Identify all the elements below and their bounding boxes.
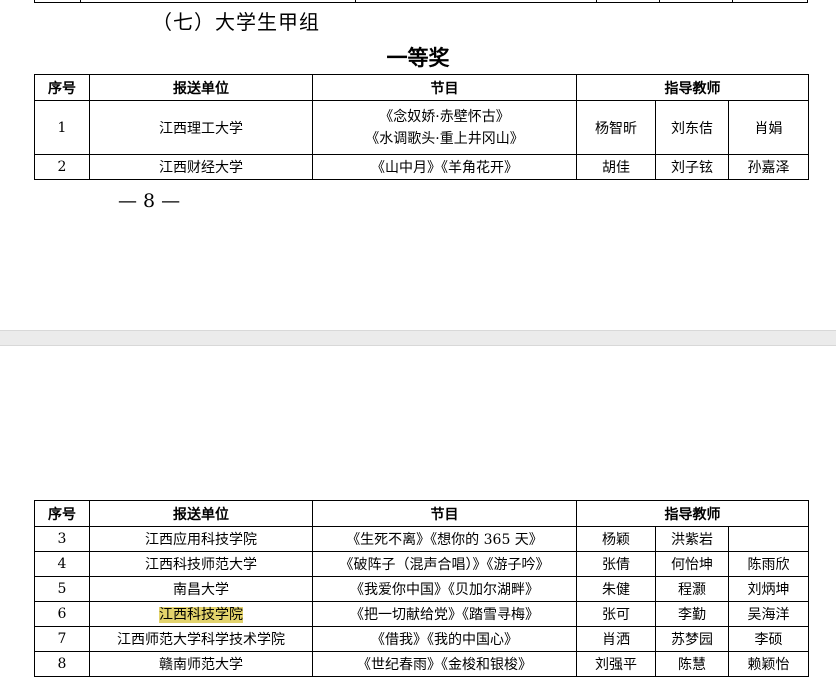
cell-seq: 6 xyxy=(34,601,90,627)
cell-teacher: 李勤 xyxy=(655,601,729,627)
cell-teacher: 陈慧 xyxy=(655,651,729,677)
cell-unit: 江西科技学院 xyxy=(89,601,313,627)
cell-program: 《世纪春雨》《金梭和银梭》 xyxy=(312,651,577,677)
table-header-row: 序号 报送单位 节目 指导教师 xyxy=(34,74,809,101)
previous-table-bottom xyxy=(34,0,808,3)
cell-teacher: 杨智昕 xyxy=(576,100,656,155)
page-number: — 8 — xyxy=(118,190,181,212)
table-row: 3 江西应用科技学院 《生死不离》《想你的 365 天》 杨颖 洪紫岩 xyxy=(34,526,809,552)
cell-seq: 7 xyxy=(34,626,90,652)
table-row: 4 江西科技师范大学 《破阵子（混声合唱）》《游子吟》 张倩 何怡坤 陈雨欣 xyxy=(34,551,809,577)
table-row: 5 南昌大学 《我爱你中国》《贝加尔湖畔》 朱健 程灏 刘炳坤 xyxy=(34,576,809,602)
cell-teacher: 朱健 xyxy=(576,576,656,602)
cell-teacher: 赖颖怡 xyxy=(728,651,809,677)
table-row: 6 江西科技学院 《把一切献给党》《踏雪寻梅》 张可 李勤 吴海洋 xyxy=(34,601,809,627)
cell-teacher: 刘子铉 xyxy=(655,154,729,180)
cell-seq: 2 xyxy=(34,154,90,180)
cell-program: 《生死不离》《想你的 365 天》 xyxy=(312,526,577,552)
highlighted-text: 江西科技学院 xyxy=(159,607,243,623)
prize-title: 一等奖 xyxy=(386,46,450,70)
cell-teacher: 刘强平 xyxy=(576,651,656,677)
cell-seq: 1 xyxy=(34,100,90,155)
cell-teacher: 刘东佶 xyxy=(655,100,729,155)
cell-seq: 8 xyxy=(34,651,90,677)
section-title: （七）大学生甲组 xyxy=(152,10,320,34)
cell-unit: 江西财经大学 xyxy=(89,154,313,180)
cell-unit: 南昌大学 xyxy=(89,576,313,602)
header-seq: 序号 xyxy=(34,74,90,101)
cell-unit: 赣南师范大学 xyxy=(89,651,313,677)
document-page-top: （七）大学生甲组 一等奖 序号 报送单位 节目 指导教师 1 江西理工大学 《念… xyxy=(0,0,836,330)
cell-seq: 4 xyxy=(34,551,90,577)
cell-program: 《我爱你中国》《贝加尔湖畔》 xyxy=(312,576,577,602)
cell-teacher: 李硕 xyxy=(728,626,809,652)
header-seq: 序号 xyxy=(34,500,90,527)
program-line: 《水调歌头·重上井冈山》 xyxy=(365,130,524,147)
cell-unit: 江西师范大学科学技术学院 xyxy=(89,626,313,652)
award-table-second: 序号 报送单位 节目 指导教师 3 江西应用科技学院 《生死不离》《想你的 365 … xyxy=(34,500,809,677)
cell-teacher: 肖娟 xyxy=(728,100,809,155)
cell-unit: 江西理工大学 xyxy=(89,100,313,155)
cell-program: 《念奴娇·赤壁怀古》 《水调歌头·重上井冈山》 xyxy=(312,100,577,155)
cell-teacher: 陈雨欣 xyxy=(728,551,809,577)
cell-teacher: 刘炳坤 xyxy=(728,576,809,602)
cell-teacher: 孙嘉泽 xyxy=(728,154,809,180)
table-body: 3 江西应用科技学院 《生死不离》《想你的 365 天》 杨颖 洪紫岩 4 江西科技师范大学… xyxy=(34,526,809,677)
cell-teacher: 张可 xyxy=(576,601,656,627)
cell-program: 《破阵子（混声合唱）》《游子吟》 xyxy=(312,551,577,577)
table-row: 1 江西理工大学 《念奴娇·赤壁怀古》 《水调歌头·重上井冈山》 杨智昕 刘东佶… xyxy=(34,100,809,155)
page-separator xyxy=(0,330,836,346)
cell-seq: 3 xyxy=(34,526,90,552)
cell-teacher: 吴海洋 xyxy=(728,601,809,627)
cell-program: 《借我》《我的中国心》 xyxy=(312,626,577,652)
cell-teacher: 胡佳 xyxy=(576,154,656,180)
table-header-row: 序号 报送单位 节目 指导教师 xyxy=(34,500,809,527)
cell-teacher: 程灏 xyxy=(655,576,729,602)
program-line: 《念奴娇·赤壁怀古》 xyxy=(379,108,510,125)
cell-teacher: 洪紫岩 xyxy=(655,526,729,552)
cell-seq: 5 xyxy=(34,576,90,602)
table-row: 7 江西师范大学科学技术学院 《借我》《我的中国心》 肖洒 苏梦园 李硕 xyxy=(34,626,809,652)
header-unit: 报送单位 xyxy=(89,500,313,527)
cell-unit: 江西科技师范大学 xyxy=(89,551,313,577)
table-row: 8 赣南师范大学 《世纪春雨》《金梭和银梭》 刘强平 陈慧 赖颖怡 xyxy=(34,651,809,677)
cell-unit: 江西应用科技学院 xyxy=(89,526,313,552)
cell-teacher: 何怡坤 xyxy=(655,551,729,577)
cell-teacher xyxy=(728,526,809,552)
header-teacher: 指导教师 xyxy=(576,74,809,101)
table-row: 2 江西财经大学 《山中月》《羊角花开》 胡佳 刘子铉 孙嘉泽 xyxy=(34,154,809,180)
cell-teacher: 肖洒 xyxy=(576,626,656,652)
cell-teacher: 杨颖 xyxy=(576,526,656,552)
header-teacher: 指导教师 xyxy=(576,500,809,527)
cell-program: 《把一切献给党》《踏雪寻梅》 xyxy=(312,601,577,627)
header-unit: 报送单位 xyxy=(89,74,313,101)
header-program: 节目 xyxy=(312,500,577,527)
cell-program: 《山中月》《羊角花开》 xyxy=(312,154,577,180)
award-table-first: 序号 报送单位 节目 指导教师 1 江西理工大学 《念奴娇·赤壁怀古》 《水调歌… xyxy=(34,74,809,180)
cell-teacher: 张倩 xyxy=(576,551,656,577)
header-program: 节目 xyxy=(312,74,577,101)
cell-teacher: 苏梦园 xyxy=(655,626,729,652)
